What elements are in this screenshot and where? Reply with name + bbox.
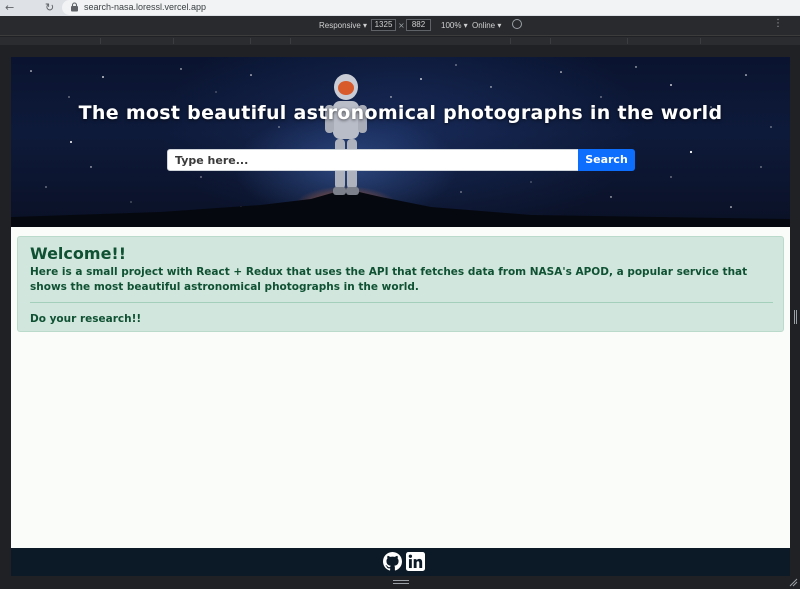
hero-banner: The most beautiful astronomical photogra… <box>11 57 790 227</box>
welcome-alert: Welcome!! Here is a small project with R… <box>17 236 784 332</box>
resize-corner-icon[interactable] <box>788 577 798 587</box>
search-input[interactable]: Type here... <box>167 149 579 171</box>
search-button[interactable]: Search <box>578 149 635 171</box>
alert-divider <box>30 302 773 303</box>
ruler-segment <box>290 38 291 44</box>
page-footer <box>11 548 790 576</box>
url-text[interactable]: search-nasa.loressl.vercel.app <box>84 2 206 13</box>
resize-handle-right[interactable] <box>794 310 797 324</box>
network-throttle-select[interactable]: Online ▾ <box>472 20 501 31</box>
rotate-icon[interactable] <box>512 19 522 29</box>
viewport-height-input[interactable]: 882 <box>406 19 431 31</box>
devtools-device-toolbar: Responsive ▾ 1325 × 882 100% ▾ Online ▾ … <box>0 16 800 36</box>
ruler-segment <box>100 38 101 44</box>
astronaut-figure <box>325 74 367 195</box>
back-arrow-icon[interactable]: ← <box>5 1 14 15</box>
browser-top-bar: ← ↻ search-nasa.loressl.vercel.app <box>0 0 800 16</box>
reload-icon[interactable]: ↻ <box>45 1 54 15</box>
ruler-segment <box>250 38 251 44</box>
alert-heading: Welcome!! <box>30 244 127 263</box>
ruler-segment <box>173 38 174 44</box>
kebab-menu-icon[interactable]: ⋮ <box>773 18 783 30</box>
ruler-segment <box>550 38 551 44</box>
ruler-segment <box>510 38 511 44</box>
linkedin-icon[interactable] <box>406 552 425 571</box>
device-select[interactable]: Responsive ▾ <box>319 20 367 31</box>
resize-handle-bottom[interactable] <box>393 580 409 584</box>
dimension-separator: × <box>398 21 405 30</box>
page-viewport: The most beautiful astronomical photogra… <box>11 57 790 576</box>
alert-footer-text: Do your research!! <box>30 313 142 325</box>
ruler-segment <box>700 38 701 44</box>
ruler-segment <box>627 38 628 44</box>
search-placeholder: Type here... <box>175 154 249 167</box>
mountain-silhouette <box>11 189 790 227</box>
viewport-width-input[interactable]: 1325 <box>371 19 396 31</box>
media-query-ruler <box>0 37 800 45</box>
zoom-select[interactable]: 100% ▾ <box>441 20 468 31</box>
lock-icon[interactable] <box>70 2 79 12</box>
github-icon[interactable] <box>383 552 402 571</box>
hero-title: The most beautiful astronomical photogra… <box>78 102 723 124</box>
alert-text: Here is a small project with React + Red… <box>30 266 748 293</box>
